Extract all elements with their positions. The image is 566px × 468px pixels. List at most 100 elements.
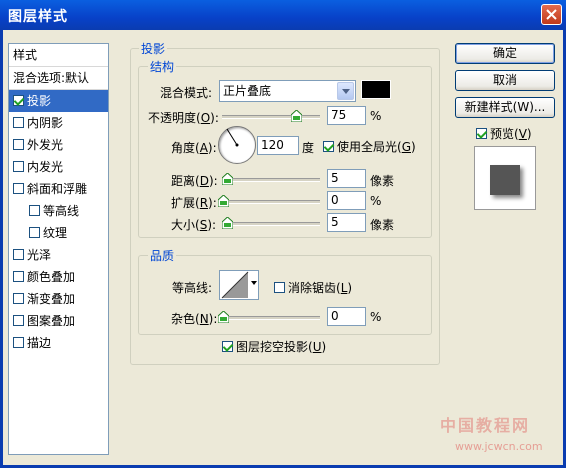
quality-group-label: 品质 (148, 247, 177, 264)
shadow-color-swatch[interactable] (361, 80, 391, 99)
cancel-button[interactable]: 取消 (455, 70, 555, 91)
style-item-label: 纹理 (43, 226, 68, 240)
style-list-header: 样式 (13, 48, 38, 62)
close-icon (546, 9, 557, 20)
style-item-label: 斜面和浮雕 (27, 182, 88, 196)
angle-dial[interactable] (218, 126, 256, 164)
global-light-checkbox[interactable] (323, 141, 334, 152)
spread-input[interactable]: 0 (327, 191, 366, 210)
size-label: 大小(S): (171, 218, 217, 232)
angle-unit: 度 (302, 141, 315, 155)
texture-checkbox[interactable] (29, 227, 40, 238)
style-item-label: 内发光 (27, 160, 64, 174)
contour-checkbox[interactable] (29, 205, 40, 216)
stroke-checkbox[interactable] (13, 337, 24, 348)
window-title: 图层样式 (8, 9, 68, 25)
opacity-slider-track[interactable] (222, 115, 320, 119)
antialias-option[interactable]: 消除锯齿(L) (274, 279, 352, 296)
style-item-label: 图案叠加 (27, 314, 76, 328)
structure-group-label: 结构 (148, 58, 177, 75)
noise-input[interactable]: 0 (327, 307, 366, 326)
distance-unit: 像素 (370, 174, 395, 188)
style-item-label: 渐变叠加 (27, 292, 76, 306)
opacity-label: 不透明度(O): (148, 111, 219, 125)
drop-shadow-checkbox[interactable] (13, 95, 24, 106)
watermark-url: www.jcwcn.com (455, 440, 543, 453)
style-item-texture[interactable]: 纹理 (9, 222, 108, 244)
inner-shadow-checkbox[interactable] (13, 117, 24, 128)
bevel-emboss-checkbox[interactable] (13, 183, 24, 194)
ok-button[interactable]: 确定 (455, 43, 555, 64)
title-bar[interactable]: 图层样式 (0, 0, 566, 30)
style-item-drop-shadow[interactable]: 投影 (9, 90, 108, 112)
contour-picker[interactable] (219, 270, 259, 300)
spread-label: 扩展(R): (171, 196, 217, 210)
opacity-input[interactable]: 75 (327, 106, 366, 125)
drop-shadow-group-label: 投影 (139, 40, 168, 57)
blend-mode-label: 混合模式: (160, 86, 213, 100)
gradient-overlay-checkbox[interactable] (13, 293, 24, 304)
size-slider-thumb[interactable] (222, 217, 233, 229)
preview-swatch (490, 165, 520, 195)
style-preview (474, 146, 536, 210)
knockout-option[interactable]: 图层挖空投影(U) (222, 338, 326, 355)
preview-option[interactable]: 预览(V) (476, 125, 532, 142)
style-item-label: 外发光 (27, 138, 64, 152)
distance-label: 距离(D): (171, 174, 218, 188)
style-item-label: 内阴影 (27, 116, 64, 130)
contour-label: 等高线: (172, 281, 213, 295)
distance-input[interactable]: 5 (327, 169, 366, 188)
color-overlay-checkbox[interactable] (13, 271, 24, 282)
style-item-inner-shadow[interactable]: 内阴影 (9, 112, 108, 134)
blend-mode-value: 正片叠底 (223, 84, 272, 98)
spread-slider-thumb[interactable] (218, 195, 229, 207)
outer-glow-checkbox[interactable] (13, 139, 24, 150)
spread-unit: % (370, 194, 382, 208)
blend-mode-select[interactable]: 正片叠底 (219, 80, 356, 102)
watermark: 中国教程网 (440, 416, 531, 435)
pattern-overlay-checkbox[interactable] (13, 315, 24, 326)
style-item-outer-glow[interactable]: 外发光 (9, 134, 108, 156)
size-input[interactable]: 5 (327, 213, 366, 232)
style-item-contour[interactable]: 等高线 (9, 200, 108, 222)
style-item-label: 投影 (27, 94, 52, 108)
global-light-option[interactable]: 使用全局光(G) (323, 138, 416, 155)
style-item-label: 描边 (27, 336, 52, 350)
size-slider-track[interactable] (222, 222, 320, 226)
angle-dial-needle (226, 128, 239, 147)
chevron-down-icon[interactable] (251, 281, 257, 285)
inner-glow-checkbox[interactable] (13, 161, 24, 172)
blend-options-item[interactable]: 混合选项:默认 (9, 67, 108, 89)
opacity-unit: % (370, 109, 382, 123)
noise-unit: % (370, 310, 382, 324)
noise-slider-track[interactable] (222, 316, 320, 320)
style-item-gradient-overlay[interactable]: 渐变叠加 (9, 288, 108, 310)
style-item-stroke[interactable]: 描边 (9, 332, 108, 354)
chevron-down-icon (337, 82, 354, 100)
style-item-inner-glow[interactable]: 内发光 (9, 156, 108, 178)
style-item-bevel-emboss[interactable]: 斜面和浮雕 (9, 178, 108, 200)
style-item-pattern-overlay[interactable]: 图案叠加 (9, 310, 108, 332)
noise-label: 杂色(N): (171, 312, 218, 326)
distance-slider-track[interactable] (222, 178, 320, 182)
style-list: 样式 混合选项:默认 投影 内阴影 外发光 内发光 斜面和浮雕 等高线 纹理 光… (8, 43, 109, 455)
satin-checkbox[interactable] (13, 249, 24, 260)
opacity-slider-thumb[interactable] (291, 110, 302, 122)
angle-label: 角度(A): (171, 141, 217, 155)
style-item-satin[interactable]: 光泽 (9, 244, 108, 266)
spread-slider-track[interactable] (222, 200, 320, 204)
contour-curve-icon (221, 271, 249, 299)
preview-checkbox[interactable] (476, 128, 487, 139)
antialias-checkbox[interactable] (274, 282, 285, 293)
new-style-button[interactable]: 新建样式(W)... (455, 97, 555, 118)
style-item-label: 颜色叠加 (27, 270, 76, 284)
style-item-color-overlay[interactable]: 颜色叠加 (9, 266, 108, 288)
angle-input[interactable]: 120 (257, 136, 299, 155)
distance-slider-thumb[interactable] (222, 173, 233, 185)
size-unit: 像素 (370, 218, 395, 232)
close-button[interactable] (541, 4, 562, 25)
style-item-label: 等高线 (43, 204, 80, 218)
noise-slider-thumb[interactable] (218, 311, 229, 323)
knockout-checkbox[interactable] (222, 341, 233, 352)
style-item-label: 光泽 (27, 248, 52, 262)
